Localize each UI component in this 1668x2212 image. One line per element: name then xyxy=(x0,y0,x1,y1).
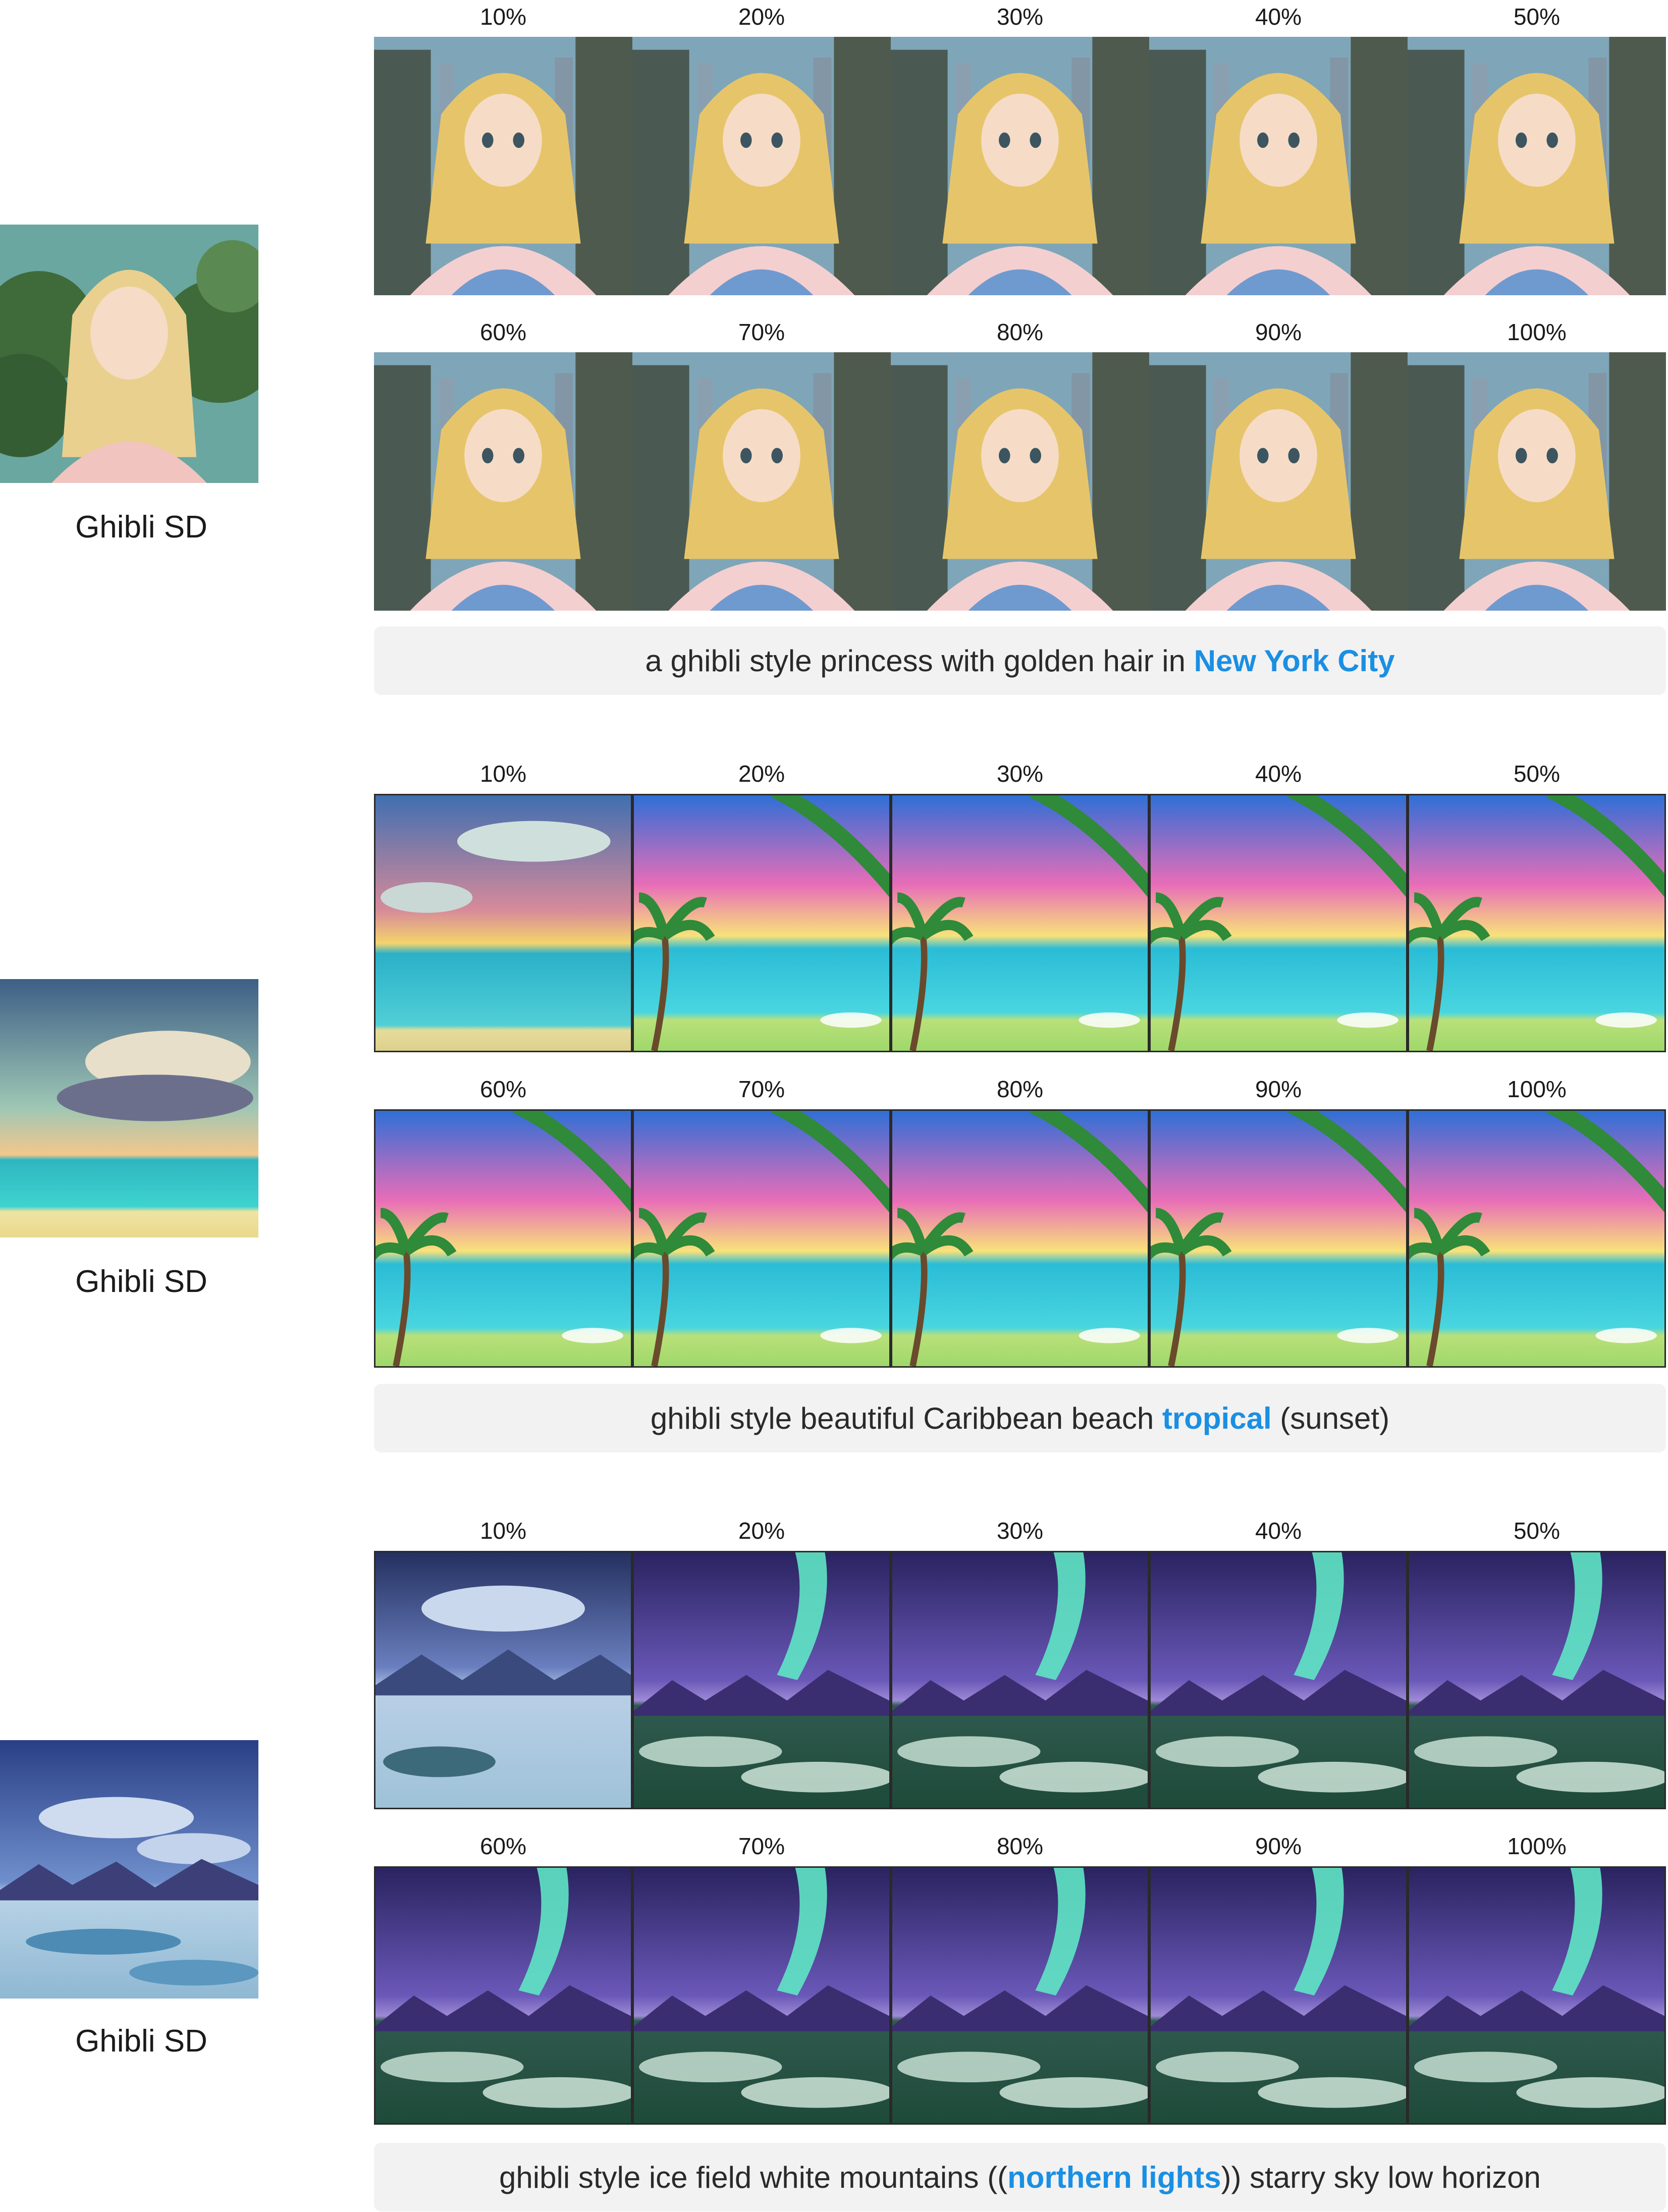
percent-label: 60% xyxy=(479,319,527,345)
frame-image xyxy=(1149,352,1408,611)
frame-image xyxy=(1408,1109,1666,1368)
frame-image xyxy=(891,794,1149,1052)
prompt-caption: a ghibli style princess with golden hair… xyxy=(374,626,1666,695)
reference-image xyxy=(0,979,258,1237)
percent-label: 30% xyxy=(996,4,1044,30)
model-label: Ghibli SD xyxy=(75,2024,207,2059)
percent-label: 40% xyxy=(1255,4,1302,30)
strip-row-bottom: 60% 70% 80% 90% 100% xyxy=(374,1832,1666,2135)
strip-row-bottom: 60% 70% 80% 90% 100% xyxy=(374,1075,1666,1378)
percent-label: 10% xyxy=(479,4,527,30)
frame-image xyxy=(891,1109,1149,1368)
prompt-caption: ghibli style ice field white mountains (… xyxy=(374,2143,1666,2211)
percent-label: 60% xyxy=(479,1076,527,1102)
frame-image xyxy=(1149,37,1408,295)
frame-image xyxy=(1149,794,1408,1052)
percent-label: 100% xyxy=(1507,1833,1567,1859)
model-label: Ghibli SD xyxy=(75,510,207,545)
percent-label: 30% xyxy=(996,761,1044,787)
percent-label: 100% xyxy=(1507,319,1567,345)
reference-image xyxy=(0,225,258,483)
strip-row-top: 10% 20% 30% 40% 50% xyxy=(374,760,1666,1062)
frame-image xyxy=(374,1866,632,2125)
caption-text-after: (sunset) xyxy=(1271,1401,1390,1435)
frame-image xyxy=(632,1551,891,1809)
frame-image xyxy=(374,1109,632,1368)
frame-image xyxy=(891,1866,1149,2125)
percent-label: 10% xyxy=(479,761,527,787)
frame-image xyxy=(632,1109,891,1368)
percent-label: 40% xyxy=(1255,761,1302,787)
caption-text: ghibli style ice field white mountains (… xyxy=(499,2160,1008,2194)
percent-label: 70% xyxy=(738,1833,785,1859)
caption-highlight: New York City xyxy=(1194,643,1395,678)
caption-text-after: )) starry sky low horizon xyxy=(1221,2160,1541,2194)
reference-image xyxy=(0,1740,258,1999)
frame-image xyxy=(1408,1551,1666,1809)
frame-image xyxy=(1408,352,1666,611)
percent-label: 50% xyxy=(1513,761,1561,787)
frame-image xyxy=(632,352,891,611)
frame-image xyxy=(374,352,632,611)
frame-image xyxy=(374,37,632,295)
frame-image xyxy=(1408,1866,1666,2125)
percent-label: 20% xyxy=(738,4,785,30)
caption-highlight: tropical xyxy=(1162,1401,1272,1435)
caption-highlight: northern lights xyxy=(1007,2160,1221,2194)
percent-label: 70% xyxy=(738,1076,785,1102)
percent-label: 60% xyxy=(479,1833,527,1859)
strip-row-top: 10% 20% 30% 40% 50% xyxy=(374,3,1666,305)
model-label: Ghibli SD xyxy=(75,1264,207,1299)
percent-label: 30% xyxy=(996,1518,1044,1544)
strip-row-top: 10% 20% 30% 40% 50% xyxy=(374,1517,1666,1819)
percent-label: 90% xyxy=(1255,1833,1302,1859)
percent-label: 50% xyxy=(1513,1518,1561,1544)
percent-label: 80% xyxy=(996,1076,1044,1102)
frame-image xyxy=(1408,37,1666,295)
percent-label: 70% xyxy=(738,319,785,345)
frame-image xyxy=(1408,794,1666,1052)
frame-image xyxy=(891,37,1149,295)
frame-image xyxy=(1149,1109,1408,1368)
frame-image xyxy=(1149,1866,1408,2125)
percent-label: 90% xyxy=(1255,319,1302,345)
frame-image xyxy=(632,37,891,295)
frame-image xyxy=(1149,1551,1408,1809)
frame-image xyxy=(891,352,1149,611)
percent-label: 80% xyxy=(996,1833,1044,1859)
frame-image xyxy=(891,1551,1149,1809)
caption-text: ghibli style beautiful Caribbean beach xyxy=(650,1401,1162,1435)
prompt-caption: ghibli style beautiful Caribbean beach t… xyxy=(374,1384,1666,1452)
frame-image xyxy=(632,1866,891,2125)
percent-label: 10% xyxy=(479,1518,527,1544)
strip-row-bottom: 60% 70% 80% 90% 100% xyxy=(374,318,1666,621)
percent-label: 50% xyxy=(1513,4,1561,30)
frame-image xyxy=(632,794,891,1052)
frame-image xyxy=(374,794,632,1052)
percent-label: 20% xyxy=(738,1518,785,1544)
percent-label: 40% xyxy=(1255,1518,1302,1544)
caption-text: a ghibli style princess with golden hair… xyxy=(645,643,1194,678)
percent-label: 20% xyxy=(738,761,785,787)
frame-image xyxy=(374,1551,632,1809)
percent-label: 90% xyxy=(1255,1076,1302,1102)
percent-label: 100% xyxy=(1507,1076,1567,1102)
percent-label: 80% xyxy=(996,319,1044,345)
